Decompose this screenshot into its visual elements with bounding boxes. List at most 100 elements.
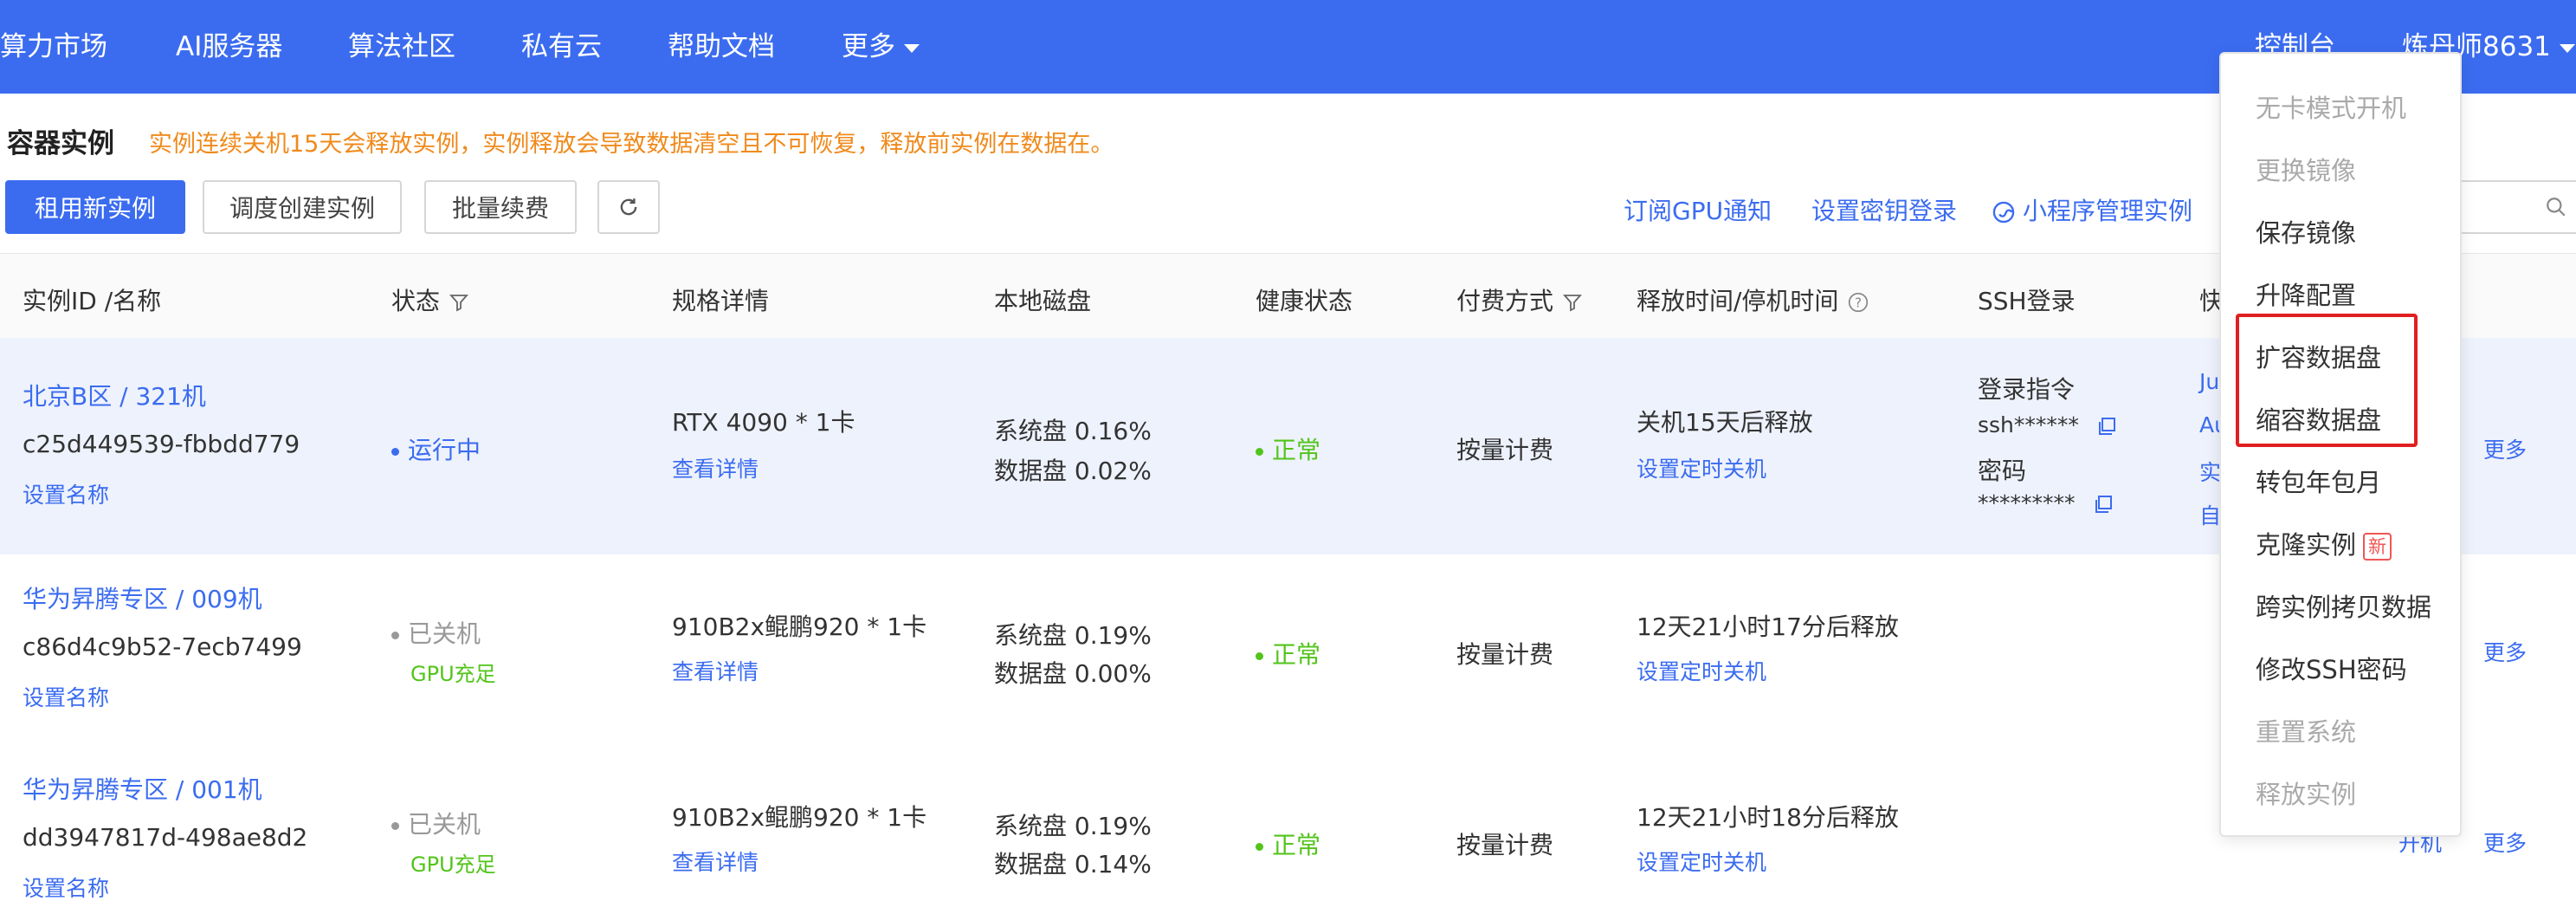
spec-text: RTX 4090 * 1卡 xyxy=(672,408,855,437)
instance-name-link[interactable]: 华为昇腾专区 / 009机 xyxy=(23,580,262,615)
spec-text: 910B2x鲲鹏920 * 1卡 xyxy=(672,613,927,641)
filter-icon[interactable] xyxy=(1562,292,1583,313)
status-dot xyxy=(391,631,399,639)
shortcut-link[interactable]: 自 xyxy=(2199,499,2221,530)
ssh-pwd-value: ********* xyxy=(1978,490,2076,515)
menu-item-clone-instance[interactable]: 克隆实例新 xyxy=(2256,525,2392,561)
menu-item-save-image[interactable]: 保存镜像 xyxy=(2256,213,2356,250)
subscribe-gpu-link[interactable]: 订阅GPU通知 xyxy=(1624,192,1772,227)
help-icon[interactable]: ? xyxy=(1847,291,1869,314)
set-name-link[interactable]: 设置名称 xyxy=(23,478,109,509)
set-shutdown-link[interactable]: 设置定时关机 xyxy=(1637,655,1766,686)
health-status: 正常 xyxy=(1256,636,1320,671)
menu-item-copy-data[interactable]: 跨实例拷贝数据 xyxy=(2256,587,2431,624)
health-dot xyxy=(1256,651,1263,660)
more-actions-link[interactable]: 更多 xyxy=(2483,636,2527,667)
sys-disk: 系统盘 0.16% xyxy=(994,417,1152,445)
search-input[interactable] xyxy=(2459,180,2576,234)
status-text: 已关机 xyxy=(408,619,481,648)
ssh-pwd: ********* xyxy=(1978,490,2114,515)
nav-algorithm-community[interactable]: 算法社区 xyxy=(348,24,455,63)
release-warning: 实例连续关机15天会释放实例，实例释放会导致数据清空且不可恢复，释放前实例在数据… xyxy=(149,131,1114,158)
col-health: 健康状态 xyxy=(1256,287,1353,315)
status-text: 已关机 xyxy=(408,810,481,839)
set-shutdown-link[interactable]: 设置定时关机 xyxy=(1637,846,1766,877)
menu-item-release-instance[interactable]: 释放实例 xyxy=(2256,775,2356,811)
menu-item-clone-label: 克隆实例 xyxy=(2256,530,2357,560)
set-name-link[interactable]: 设置名称 xyxy=(23,872,109,903)
shortcut-link[interactable]: 实 xyxy=(2199,456,2221,487)
nav-help-docs[interactable]: 帮助文档 xyxy=(668,24,775,63)
col-disk: 本地磁盘 xyxy=(994,287,1092,315)
search-icon xyxy=(2547,198,2566,217)
nav-more[interactable]: 更多 xyxy=(842,24,920,63)
miniapp-icon xyxy=(1992,201,2015,224)
chevron-down-icon xyxy=(904,43,920,53)
health-text: 正常 xyxy=(1272,640,1321,669)
rent-new-instance-button[interactable]: 租用新实例 xyxy=(5,180,185,234)
col-status[interactable]: 状态 xyxy=(391,282,469,317)
menu-item-change-ssh-password[interactable]: 修改SSH密码 xyxy=(2256,650,2407,686)
miniapp-manage-link[interactable]: 小程序管理实例 xyxy=(1992,192,2192,227)
col-spec: 规格详情 xyxy=(672,287,770,315)
set-shutdown-link[interactable]: 设置定时关机 xyxy=(1637,452,1766,483)
data-disk: 数据盘 0.14% xyxy=(994,850,1152,878)
col-release-label: 释放时间/停机时间 xyxy=(1637,287,1839,315)
col-billing[interactable]: 付费方式 xyxy=(1456,282,1583,317)
more-actions-link[interactable]: 更多 xyxy=(2483,826,2527,858)
schedule-create-button[interactable]: 调度创建实例 xyxy=(203,180,402,234)
ssh-cmd-label: 登录指令 xyxy=(1978,375,2076,404)
menu-item-reset-system[interactable]: 重置系统 xyxy=(2256,712,2356,749)
billing-type: 按量计费 xyxy=(1456,436,1554,464)
col-ssh: SSH登录 xyxy=(1978,287,2076,315)
data-disk: 数据盘 0.00% xyxy=(994,659,1152,688)
menu-item-cardless-boot[interactable]: 无卡模式开机 xyxy=(2256,88,2406,125)
shortcut-link[interactable]: Ju xyxy=(2199,369,2219,394)
miniapp-manage-label: 小程序管理实例 xyxy=(2023,197,2193,225)
filter-icon[interactable] xyxy=(449,292,469,313)
nav-ai-servers[interactable]: AI服务器 xyxy=(176,24,282,63)
billing-type: 按量计费 xyxy=(1456,640,1554,669)
billing-type: 按量计费 xyxy=(1456,831,1554,859)
status-dot xyxy=(391,447,399,456)
chevron-down-icon xyxy=(2559,43,2575,53)
top-nav-bar: 算力市场 AI服务器 算法社区 私有云 帮助文档 更多 控制台 炼丹师8631 xyxy=(0,0,2576,94)
health-text: 正常 xyxy=(1272,831,1321,859)
status-dot xyxy=(391,821,399,830)
ssh-user-value: ssh****** xyxy=(1978,412,2079,438)
col-status-label: 状态 xyxy=(391,287,441,315)
set-name-link[interactable]: 设置名称 xyxy=(23,681,109,712)
spec-detail-link[interactable]: 查看详情 xyxy=(672,452,759,483)
spec-detail-link[interactable]: 查看详情 xyxy=(672,655,759,686)
batch-renew-button[interactable]: 批量续费 xyxy=(424,180,577,234)
health-text: 正常 xyxy=(1272,436,1321,464)
ssh-user: ssh****** xyxy=(1978,412,2117,438)
ssh-pwd-label: 密码 xyxy=(1978,457,2027,485)
instance-id: c25d449539-fbbdd779 xyxy=(23,430,300,458)
status-badge: 已关机 xyxy=(391,615,481,650)
menu-item-convert-subscription[interactable]: 转包年包月 xyxy=(2256,463,2381,499)
more-actions-link[interactable]: 更多 xyxy=(2483,433,2527,464)
page-title: 容器实例 xyxy=(7,128,114,159)
refresh-button[interactable] xyxy=(597,180,660,234)
gpu-availability: GPU充足 xyxy=(410,852,496,877)
instance-name-link[interactable]: 华为昇腾专区 / 001机 xyxy=(23,771,262,806)
menu-item-change-config[interactable]: 升降配置 xyxy=(2256,275,2356,312)
copy-icon[interactable] xyxy=(2096,416,2117,437)
sys-disk: 系统盘 0.19% xyxy=(994,621,1152,650)
spec-detail-link[interactable]: 查看详情 xyxy=(672,846,759,877)
set-key-login-link[interactable]: 设置密钥登录 xyxy=(1811,192,1957,227)
menu-item-change-image[interactable]: 更换镜像 xyxy=(2256,151,2356,187)
new-badge: 新 xyxy=(2363,533,2392,561)
nav-private-cloud[interactable]: 私有云 xyxy=(521,24,602,63)
gpu-availability: GPU充足 xyxy=(410,662,496,686)
refresh-icon xyxy=(620,198,637,216)
col-release: 释放时间/停机时间? xyxy=(1637,282,1869,317)
health-dot xyxy=(1256,842,1263,851)
release-time: 12天21小时17分后释放 xyxy=(1637,613,1899,641)
health-status: 正常 xyxy=(1256,826,1320,861)
instance-name-link[interactable]: 北京B区 / 321机 xyxy=(23,378,206,412)
copy-icon[interactable] xyxy=(2093,494,2114,515)
spec-text: 910B2x鲲鹏920 * 1卡 xyxy=(672,803,927,832)
nav-compute-market[interactable]: 算力市场 xyxy=(0,24,107,63)
